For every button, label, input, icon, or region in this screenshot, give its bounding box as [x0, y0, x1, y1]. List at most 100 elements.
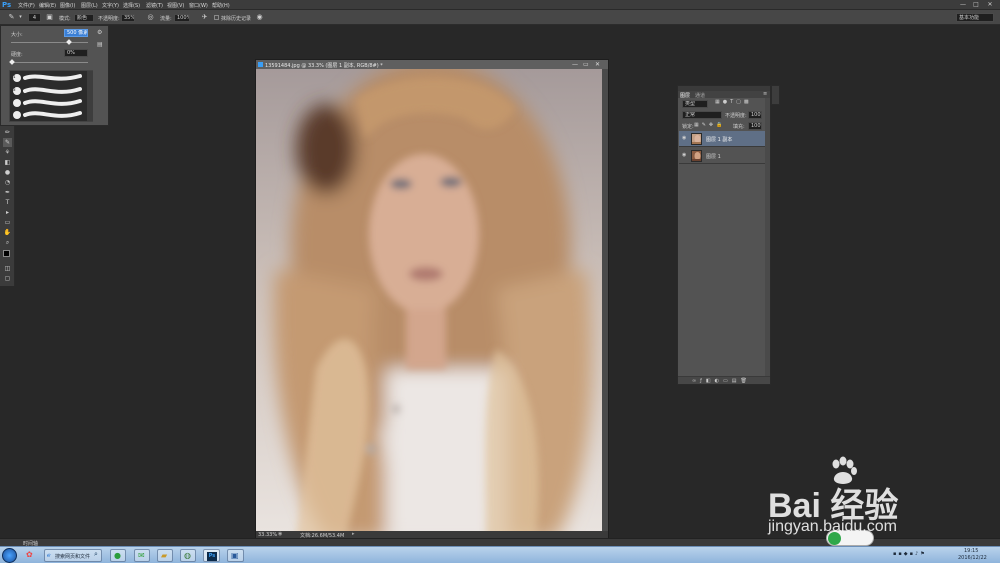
layer-thumbnail — [691, 133, 702, 145]
taskbar-app-2[interactable]: ✉ — [134, 549, 150, 562]
minimize-button[interactable]: — — [957, 1, 969, 9]
flow-input[interactable]: 100% — [174, 14, 190, 22]
layer-action-icons[interactable]: ∞ƒ◧◐▭▤🗑 — [692, 378, 751, 384]
brush-hardness-input[interactable]: 0% — [64, 49, 88, 57]
baidu-jingyan-watermark: Bai 经验 jingyan.baidu.com — [768, 456, 968, 536]
document-vertical-scrollbar[interactable] — [602, 69, 608, 531]
document-minimize-icon[interactable]: — — [572, 61, 578, 68]
layer-row[interactable]: ◉ 图层 1 — [679, 148, 766, 164]
document-title: 13591484.jpg @ 33.3% (图层 1 副本, RGB/8#) * — [265, 63, 383, 69]
foreground-color-swatch[interactable] — [3, 250, 10, 257]
brush-tool-icon[interactable]: ✏ — [3, 128, 12, 137]
history-brush-tool-icon[interactable]: ✎ — [3, 138, 12, 147]
layer-opacity-input[interactable]: 100% — [748, 111, 762, 119]
brush-size-slider-thumb[interactable] — [66, 39, 72, 45]
mode-label: 模式: — [59, 16, 71, 22]
brush-settings-gear-icon[interactable]: ⚙ — [97, 29, 102, 36]
windows-taskbar: ✿ ℯ 搜索网页和文件 ⌕ ● ✉ ▰ ◍ Ps ▣ ▪▪◆▪♪⚑ 19:15 … — [0, 546, 1000, 563]
brush-panel-toggle-icon[interactable]: ▣ — [45, 13, 54, 22]
filter-icons[interactable]: ▦●T▢▩ — [715, 99, 752, 105]
maximize-button[interactable]: □ — [970, 1, 982, 9]
type-tool-icon[interactable]: T — [3, 198, 12, 207]
menu-filter[interactable]: 滤镜(T) — [146, 2, 163, 9]
status-info-icon[interactable]: ◉ — [278, 531, 282, 537]
menu-window[interactable]: 窗口(W) — [189, 2, 208, 9]
erase-history-label: 抹除历史记录 — [221, 16, 252, 22]
blend-mode-select[interactable]: 正常 — [682, 111, 722, 119]
layer-name[interactable]: 图层 1 副本 — [706, 136, 732, 143]
clock-date[interactable]: 2016/12/22 — [958, 555, 987, 561]
brush-hardness-slider[interactable] — [11, 62, 88, 63]
tray-icons[interactable]: ▪▪◆▪♪⚑ — [893, 551, 927, 557]
hand-tool-icon[interactable]: ✋ — [3, 228, 12, 237]
menu-edit[interactable]: 编辑(E) — [39, 2, 56, 9]
fill-input[interactable]: 100% — [748, 122, 762, 130]
start-button[interactable] — [2, 548, 17, 563]
menu-file[interactable]: 文件(F) — [18, 2, 35, 9]
mode-select[interactable]: 颜色 — [74, 14, 94, 22]
lock-icons[interactable]: ▦✎✥🔒 — [694, 122, 725, 128]
layer-name[interactable]: 图层 1 — [706, 153, 721, 160]
browser-app-icon: ◍ — [184, 551, 191, 560]
taskbar-photoshop[interactable]: Ps — [203, 549, 220, 562]
taskbar-app-1[interactable]: ● — [110, 549, 126, 562]
eraser-tool-icon[interactable]: ◧ — [3, 158, 12, 167]
opacity-input[interactable]: 35% — [121, 14, 135, 22]
document-close-icon[interactable]: ✕ — [595, 61, 600, 68]
collapsed-panel-strip[interactable] — [771, 85, 780, 105]
pen-tool-icon[interactable]: ✒ — [3, 188, 12, 197]
layers-panel: 图层 通道 ≡ 类型 ▦●T▢▩ 正常 不透明度: 100% 锁定: ▦✎✥🔒 … — [677, 85, 771, 385]
brush-preset-list[interactable]: 1 3 — [9, 70, 93, 122]
app-icon[interactable]: ✿ — [26, 550, 33, 559]
brush-list-scrollbar[interactable] — [87, 71, 93, 121]
menu-layer[interactable]: 图层(L) — [81, 2, 98, 9]
browser-icon: ℯ — [47, 552, 51, 559]
clone-stamp-tool-icon[interactable]: ⚘ — [3, 148, 12, 157]
history-brush-icon[interactable]: ✎ — [7, 13, 16, 22]
new-preset-icon[interactable]: ▤ — [97, 41, 103, 48]
blur-tool-icon[interactable]: ● — [3, 168, 12, 177]
brush-preset-size-2: 3 — [13, 87, 16, 92]
brush-size-input[interactable]: 500 像素 — [64, 29, 88, 37]
photoshop-logo: Ps — [2, 1, 12, 9]
zoom-tool-icon[interactable]: ⌕ — [3, 238, 12, 247]
tool-preset-dropdown-icon[interactable]: ▾ — [16, 13, 25, 22]
visibility-eye-icon[interactable]: ◉ — [682, 136, 688, 141]
visibility-eye-icon[interactable]: ◉ — [682, 153, 688, 158]
dodge-tool-icon[interactable]: ◔ — [3, 178, 12, 187]
brush-size-badge[interactable]: 4 — [28, 13, 41, 22]
pressure-opacity-icon[interactable]: ◎ — [146, 13, 155, 22]
document-restore-icon[interactable]: ▭ — [583, 61, 589, 68]
layer-row[interactable]: ◉ 图层 1 副本 — [679, 131, 766, 147]
menu-help[interactable]: 帮助(H) — [212, 2, 230, 9]
pressure-size-icon[interactable]: ◉ — [255, 13, 264, 22]
screen-mode-icon[interactable]: ▢ — [3, 274, 12, 283]
menu-view[interactable]: 视图(V) — [167, 2, 184, 9]
brush-hardness-slider-thumb[interactable] — [9, 59, 15, 65]
taskbar-app-4[interactable]: ◍ — [180, 549, 196, 562]
close-button[interactable]: ✕ — [984, 1, 996, 9]
taskbar-app-3[interactable]: ▰ — [157, 549, 173, 562]
erase-history-checkbox[interactable] — [214, 15, 219, 20]
menu-select[interactable]: 选择(S) — [123, 2, 140, 9]
tab-channels[interactable]: 通道 — [695, 92, 705, 99]
image-canvas[interactable] — [256, 69, 602, 531]
shape-tool-icon[interactable]: ▭ — [3, 218, 12, 227]
workspace-select[interactable]: 基本功能 — [956, 13, 994, 22]
path-selection-tool-icon[interactable]: ▸ — [3, 208, 12, 217]
brush-size-slider[interactable] — [11, 42, 88, 43]
status-arrow-icon[interactable]: ▸ — [352, 531, 355, 537]
layers-scrollbar[interactable] — [765, 98, 770, 376]
airbrush-icon[interactable]: ✈ — [200, 13, 209, 22]
clock-time[interactable]: 19:15 — [964, 548, 978, 554]
opacity-label: 不透明度: — [98, 16, 120, 22]
taskbar-app-6[interactable]: ▣ — [227, 549, 244, 562]
document-title-bar[interactable]: 13591484.jpg @ 33.3% (图层 1 副本, RGB/8#) *… — [256, 60, 608, 69]
panel-menu-icon[interactable]: ≡ — [763, 91, 767, 97]
menu-image[interactable]: 图像(I) — [60, 2, 75, 9]
quick-mask-icon[interactable]: ◫ — [3, 264, 12, 273]
tab-layers[interactable]: 图层 — [680, 92, 690, 99]
search-icon[interactable]: ⌕ — [94, 550, 98, 559]
layer-filter-select[interactable]: 类型 — [682, 100, 708, 108]
menu-type[interactable]: 文字(Y) — [102, 2, 119, 9]
